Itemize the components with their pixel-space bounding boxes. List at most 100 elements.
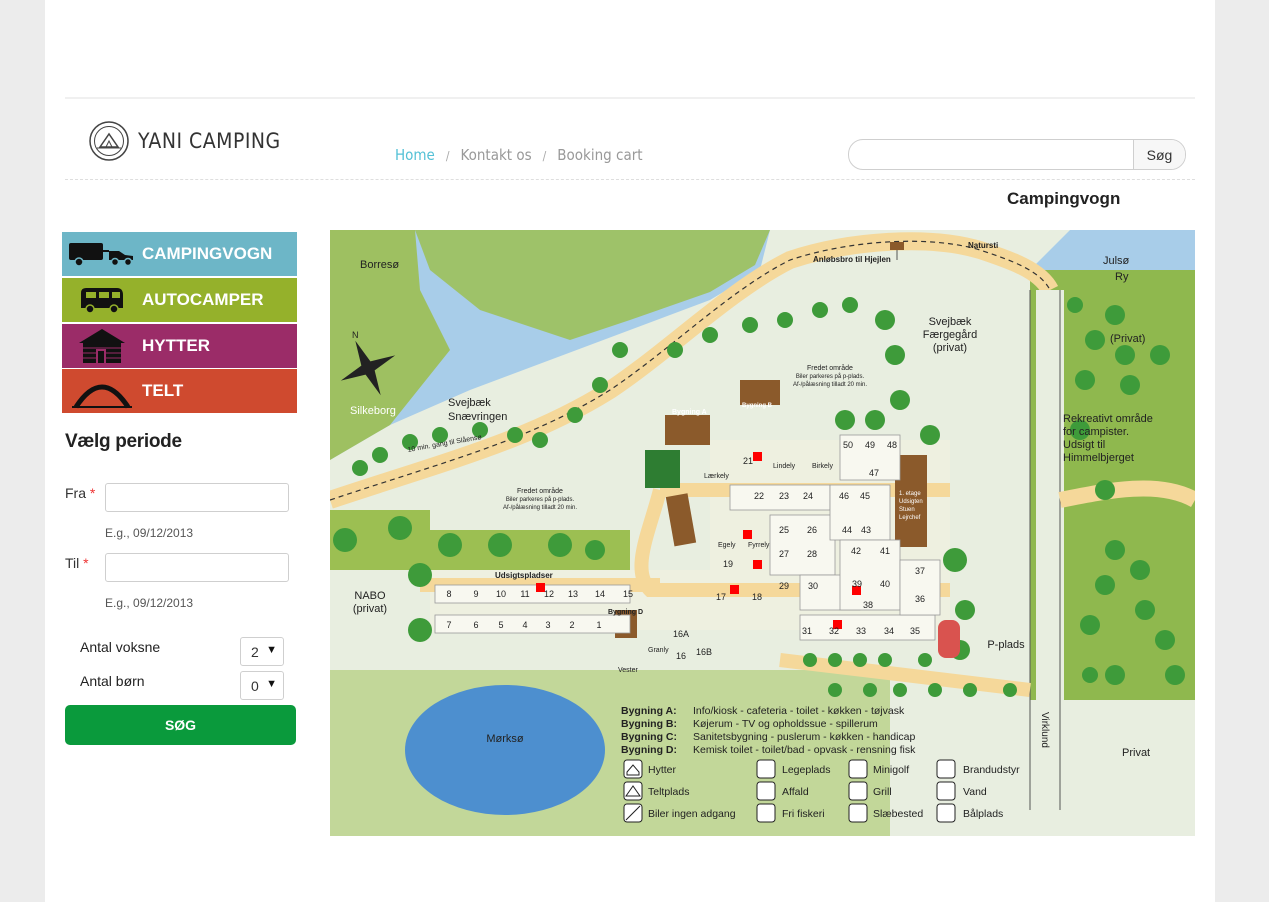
svg-text:Kemisk toilet - toilet/bad - o: Kemisk toilet - toilet/bad - opvask - re… — [693, 744, 916, 756]
svg-text:Færgegård: Færgegård — [923, 329, 977, 341]
svg-text:37: 37 — [915, 566, 925, 576]
svg-text:Bygning B:: Bygning B: — [621, 718, 677, 730]
to-date-field[interactable] — [105, 553, 289, 582]
svg-text:42: 42 — [851, 546, 861, 556]
category-campingvogn[interactable]: CAMPINGVOGN — [62, 232, 297, 276]
from-date-field[interactable] — [105, 483, 289, 512]
svg-text:35: 35 — [910, 626, 920, 636]
svg-text:Slæbested: Slæbested — [873, 808, 923, 820]
logo-emblem-icon — [89, 121, 129, 161]
playground-legend-icon — [756, 759, 776, 779]
svg-text:Rekreativt område: Rekreativt område — [1063, 413, 1153, 425]
svg-text:47: 47 — [869, 468, 879, 478]
svg-text:24: 24 — [803, 491, 813, 501]
svg-text:5: 5 — [498, 620, 503, 630]
svg-text:Minigolf: Minigolf — [873, 764, 909, 776]
svg-text:Ry: Ry — [1115, 271, 1129, 283]
fire-equipment-legend-icon — [936, 759, 956, 779]
svg-text:Af-/pålæsning tilladt 20 min.: Af-/pålæsning tilladt 20 min. — [793, 381, 867, 388]
svg-text:6: 6 — [473, 620, 478, 630]
svg-text:12: 12 — [544, 589, 554, 599]
svg-text:18: 18 — [752, 592, 762, 602]
breadcrumb-kontakt[interactable]: Kontakt os — [461, 146, 532, 164]
svg-text:Bygning C:: Bygning C: — [621, 731, 677, 743]
breadcrumb-booking-cart[interactable]: Booking cart — [557, 146, 642, 164]
search-button[interactable]: Søg — [1133, 140, 1185, 169]
svg-text:48: 48 — [887, 440, 897, 450]
svg-text:Lærkely: Lærkely — [704, 473, 729, 480]
svg-text:Affald: Affald — [782, 786, 809, 798]
svg-text:NABO: NABO — [354, 590, 386, 602]
svg-text:11: 11 — [520, 589, 529, 599]
svg-text:17: 17 — [716, 592, 726, 602]
svg-text:14: 14 — [595, 589, 605, 599]
minigolf-legend-icon — [848, 759, 868, 779]
motorhome-icon — [62, 278, 142, 322]
breadcrumb-home[interactable]: Home — [395, 146, 435, 164]
water-legend-icon — [936, 781, 956, 801]
svg-text:8: 8 — [446, 589, 451, 599]
svg-text:15: 15 — [623, 589, 633, 599]
svg-text:27: 27 — [779, 549, 789, 559]
svg-text:Bygning B: Bygning B — [742, 403, 773, 409]
svg-text:N: N — [352, 330, 359, 340]
svg-text:16B: 16B — [696, 647, 712, 657]
category-label: AUTOCAMPER — [142, 290, 264, 309]
to-hint: E.g., 09/12/2013 — [105, 596, 194, 610]
svg-text:Bygning D: Bygning D — [608, 609, 643, 616]
svg-text:Himmelbjerget: Himmelbjerget — [1063, 452, 1134, 464]
tent-icon — [62, 369, 142, 413]
svg-text:Birkely: Birkely — [812, 463, 834, 470]
svg-text:Udsigtspladser: Udsigtspladser — [495, 571, 553, 580]
page-title: Campingvogn — [1007, 189, 1121, 208]
from-label: Fra * — [65, 485, 96, 501]
search-input[interactable] — [849, 140, 1133, 169]
svg-text:Virklund: Virklund — [1039, 712, 1050, 748]
minigolf-area — [645, 450, 680, 488]
svg-text:Borresø: Borresø — [360, 259, 399, 271]
svg-text:28: 28 — [807, 549, 817, 559]
svg-text:39: 39 — [852, 579, 862, 589]
svg-text:Bygning A:: Bygning A: — [621, 705, 677, 717]
svg-text:Svejbæk: Svejbæk — [448, 397, 491, 409]
svg-text:Sanitetsbygning - puslerum - k: Sanitetsbygning - puslerum - køkken - ha… — [693, 731, 916, 743]
svg-text:49: 49 — [865, 440, 875, 450]
svg-text:Biler parkeres på p-plads.: Biler parkeres på p-plads. — [796, 373, 865, 380]
svg-text:1. etage: 1. etage — [899, 491, 921, 497]
breadcrumb: Home / Kontakt os / Booking cart — [395, 146, 643, 164]
svg-text:P-plads: P-plads — [987, 639, 1025, 651]
svg-text:Grill: Grill — [873, 786, 892, 798]
svg-text:Julsø: Julsø — [1103, 255, 1130, 267]
svg-text:38: 38 — [863, 600, 873, 610]
children-label: Antal børn — [80, 673, 145, 689]
svg-text:2: 2 — [569, 620, 574, 630]
svg-text:Snævringen: Snævringen — [448, 411, 507, 423]
svg-text:(Privat): (Privat) — [1110, 333, 1145, 345]
svg-text:44: 44 — [842, 525, 852, 535]
svg-text:Anløbsbro til Hjejlen: Anløbsbro til Hjejlen — [813, 255, 891, 264]
svg-text:Teltplads: Teltplads — [648, 786, 689, 798]
building-a — [665, 415, 710, 445]
period-title: Vælg periode — [65, 431, 182, 452]
to-label: Til * — [65, 555, 89, 571]
children-select[interactable]: 0 ▼ — [240, 671, 284, 700]
svg-text:40: 40 — [880, 579, 890, 589]
category-autocamper[interactable]: AUTOCAMPER — [62, 278, 297, 322]
svg-text:Natursti: Natursti — [968, 241, 998, 250]
category-telt[interactable]: TELT — [62, 369, 297, 413]
svg-text:Bålplads: Bålplads — [963, 808, 1003, 820]
site-logo[interactable]: YANI CAMPING — [89, 121, 281, 161]
svg-text:(privat): (privat) — [933, 342, 967, 354]
campsite-map: N Borresø Natursti Anløbsbro til Hjejlen… — [330, 230, 1195, 836]
svg-text:Biler parkeres på p-plads.: Biler parkeres på p-plads. — [506, 496, 575, 503]
divider — [65, 97, 1195, 99]
svg-text:Fredet område: Fredet område — [807, 364, 853, 372]
category-hytter[interactable]: HYTTER — [62, 324, 297, 368]
adults-select[interactable]: 2 ▼ — [240, 637, 284, 666]
svg-text:31: 31 — [802, 626, 812, 636]
trash-legend-icon — [756, 781, 776, 801]
svg-text:26: 26 — [807, 525, 817, 535]
fishing-legend-icon — [756, 803, 776, 823]
svg-text:Granly: Granly — [648, 647, 669, 654]
submit-search-button[interactable]: SØG — [65, 705, 296, 745]
